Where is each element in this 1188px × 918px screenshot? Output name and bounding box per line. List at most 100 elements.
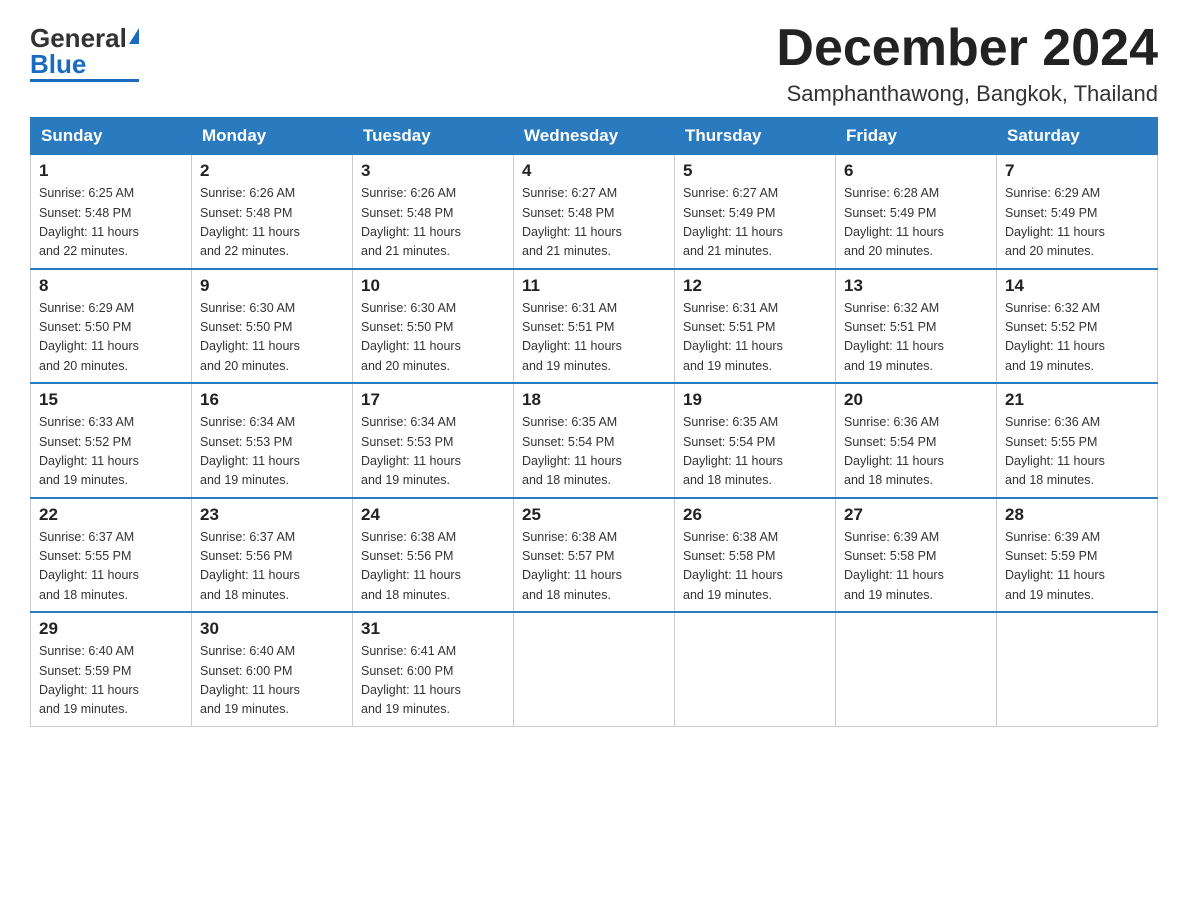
day-number: 5 xyxy=(683,161,827,181)
calendar-week-row: 22Sunrise: 6:37 AMSunset: 5:55 PMDayligh… xyxy=(31,498,1158,613)
day-info: Sunrise: 6:29 AMSunset: 5:50 PMDaylight:… xyxy=(39,299,183,377)
day-number: 26 xyxy=(683,505,827,525)
day-info: Sunrise: 6:35 AMSunset: 5:54 PMDaylight:… xyxy=(683,413,827,491)
calendar-cell: 10Sunrise: 6:30 AMSunset: 5:50 PMDayligh… xyxy=(353,269,514,384)
day-info: Sunrise: 6:31 AMSunset: 5:51 PMDaylight:… xyxy=(522,299,666,377)
calendar-cell: 30Sunrise: 6:40 AMSunset: 6:00 PMDayligh… xyxy=(192,612,353,726)
calendar-cell: 31 Sunrise: 6:41 AMSunset: 6:00 PMDayligh… xyxy=(353,612,514,726)
day-info: Sunrise: 6:34 AMSunset: 5:53 PMDaylight:… xyxy=(361,413,505,491)
calendar-cell: 28 Sunrise: 6:39 AMSunset: 5:59 PMDayligh… xyxy=(997,498,1158,613)
col-header-saturday: Saturday xyxy=(997,118,1158,155)
day-number: 6 xyxy=(844,161,988,181)
day-info: Sunrise: 6:36 AMSunset: 5:54 PMDaylight:… xyxy=(844,413,988,491)
day-info: Sunrise: 6:37 AMSunset: 5:56 PMDaylight:… xyxy=(200,528,344,606)
calendar-cell: 2 Sunrise: 6:26 AMSunset: 5:48 PMDaylight… xyxy=(192,155,353,269)
day-info: Sunrise: 6:34 AMSunset: 5:53 PMDaylight:… xyxy=(200,413,344,491)
calendar-week-row: 29Sunrise: 6:40 AMSunset: 5:59 PMDayligh… xyxy=(31,612,1158,726)
calendar-cell xyxy=(675,612,836,726)
day-number: 11 xyxy=(522,276,666,296)
logo-triangle-icon xyxy=(129,28,139,44)
calendar-cell: 1 Sunrise: 6:25 AMSunset: 5:48 PMDaylight… xyxy=(31,155,192,269)
day-info: Sunrise: 6:32 AMSunset: 5:51 PMDaylight:… xyxy=(844,299,988,377)
calendar-cell: 29Sunrise: 6:40 AMSunset: 5:59 PMDayligh… xyxy=(31,612,192,726)
day-info: Sunrise: 6:35 AMSunset: 5:54 PMDaylight:… xyxy=(522,413,666,491)
day-number: 7 xyxy=(1005,161,1149,181)
day-info: Sunrise: 6:25 AMSunset: 5:48 PMDaylight:… xyxy=(39,184,183,262)
calendar-cell: 24 Sunrise: 6:38 AMSunset: 5:56 PMDayligh… xyxy=(353,498,514,613)
logo-underline xyxy=(30,79,139,82)
day-number: 9 xyxy=(200,276,344,296)
day-info: Sunrise: 6:33 AMSunset: 5:52 PMDaylight:… xyxy=(39,413,183,491)
day-number: 1 xyxy=(39,161,183,181)
title-block: December 2024 Samphanthawong, Bangkok, T… xyxy=(776,20,1158,107)
calendar-cell: 25 Sunrise: 6:38 AMSunset: 5:57 PMDayligh… xyxy=(514,498,675,613)
col-header-thursday: Thursday xyxy=(675,118,836,155)
calendar-cell: 17 Sunrise: 6:34 AMSunset: 5:53 PMDayligh… xyxy=(353,383,514,498)
calendar-cell: 12Sunrise: 6:31 AMSunset: 5:51 PMDayligh… xyxy=(675,269,836,384)
logo: General Blue xyxy=(30,25,139,82)
day-number: 19 xyxy=(683,390,827,410)
day-number: 12 xyxy=(683,276,827,296)
calendar-cell: 4 Sunrise: 6:27 AMSunset: 5:48 PMDaylight… xyxy=(514,155,675,269)
day-info: Sunrise: 6:28 AMSunset: 5:49 PMDaylight:… xyxy=(844,184,988,262)
day-number: 17 xyxy=(361,390,505,410)
day-info: Sunrise: 6:39 AMSunset: 5:58 PMDaylight:… xyxy=(844,528,988,606)
day-number: 4 xyxy=(522,161,666,181)
day-number: 13 xyxy=(844,276,988,296)
day-info: Sunrise: 6:26 AMSunset: 5:48 PMDaylight:… xyxy=(200,184,344,262)
day-number: 14 xyxy=(1005,276,1149,296)
calendar-cell: 22Sunrise: 6:37 AMSunset: 5:55 PMDayligh… xyxy=(31,498,192,613)
calendar-cell: 20 Sunrise: 6:36 AMSunset: 5:54 PMDayligh… xyxy=(836,383,997,498)
calendar-cell: 26 Sunrise: 6:38 AMSunset: 5:58 PMDayligh… xyxy=(675,498,836,613)
day-info: Sunrise: 6:27 AMSunset: 5:48 PMDaylight:… xyxy=(522,184,666,262)
day-number: 8 xyxy=(39,276,183,296)
calendar-cell: 15 Sunrise: 6:33 AMSunset: 5:52 PMDayligh… xyxy=(31,383,192,498)
col-header-sunday: Sunday xyxy=(31,118,192,155)
calendar-cell: 11 Sunrise: 6:31 AMSunset: 5:51 PMDayligh… xyxy=(514,269,675,384)
day-number: 28 xyxy=(1005,505,1149,525)
location-subtitle: Samphanthawong, Bangkok, Thailand xyxy=(776,81,1158,107)
day-number: 24 xyxy=(361,505,505,525)
day-number: 15 xyxy=(39,390,183,410)
calendar-cell: 3Sunrise: 6:26 AMSunset: 5:48 PMDaylight… xyxy=(353,155,514,269)
calendar-cell: 27Sunrise: 6:39 AMSunset: 5:58 PMDayligh… xyxy=(836,498,997,613)
day-number: 25 xyxy=(522,505,666,525)
calendar-week-row: 15 Sunrise: 6:33 AMSunset: 5:52 PMDayligh… xyxy=(31,383,1158,498)
day-info: Sunrise: 6:38 AMSunset: 5:57 PMDaylight:… xyxy=(522,528,666,606)
calendar-cell: 18 Sunrise: 6:35 AMSunset: 5:54 PMDayligh… xyxy=(514,383,675,498)
day-info: Sunrise: 6:39 AMSunset: 5:59 PMDaylight:… xyxy=(1005,528,1149,606)
day-info: Sunrise: 6:29 AMSunset: 5:49 PMDaylight:… xyxy=(1005,184,1149,262)
calendar-cell xyxy=(836,612,997,726)
calendar-header-row: SundayMondayTuesdayWednesdayThursdayFrid… xyxy=(31,118,1158,155)
day-number: 3 xyxy=(361,161,505,181)
calendar-cell: 14 Sunrise: 6:32 AMSunset: 5:52 PMDayligh… xyxy=(997,269,1158,384)
logo-general-text: General xyxy=(30,25,127,51)
day-info: Sunrise: 6:40 AMSunset: 6:00 PMDaylight:… xyxy=(200,642,344,720)
day-info: Sunrise: 6:41 AMSunset: 6:00 PMDaylight:… xyxy=(361,642,505,720)
calendar-cell: 8 Sunrise: 6:29 AMSunset: 5:50 PMDaylight… xyxy=(31,269,192,384)
day-number: 20 xyxy=(844,390,988,410)
day-info: Sunrise: 6:40 AMSunset: 5:59 PMDaylight:… xyxy=(39,642,183,720)
day-info: Sunrise: 6:38 AMSunset: 5:56 PMDaylight:… xyxy=(361,528,505,606)
day-number: 2 xyxy=(200,161,344,181)
day-info: Sunrise: 6:38 AMSunset: 5:58 PMDaylight:… xyxy=(683,528,827,606)
calendar-week-row: 8 Sunrise: 6:29 AMSunset: 5:50 PMDaylight… xyxy=(31,269,1158,384)
calendar-table: SundayMondayTuesdayWednesdayThursdayFrid… xyxy=(30,117,1158,727)
day-number: 22 xyxy=(39,505,183,525)
calendar-cell: 19 Sunrise: 6:35 AMSunset: 5:54 PMDayligh… xyxy=(675,383,836,498)
day-number: 23 xyxy=(200,505,344,525)
calendar-cell xyxy=(997,612,1158,726)
day-number: 16 xyxy=(200,390,344,410)
day-info: Sunrise: 6:27 AMSunset: 5:49 PMDaylight:… xyxy=(683,184,827,262)
calendar-cell: 16 Sunrise: 6:34 AMSunset: 5:53 PMDayligh… xyxy=(192,383,353,498)
day-info: Sunrise: 6:30 AMSunset: 5:50 PMDaylight:… xyxy=(200,299,344,377)
calendar-cell: 5 Sunrise: 6:27 AMSunset: 5:49 PMDaylight… xyxy=(675,155,836,269)
month-title: December 2024 xyxy=(776,20,1158,77)
col-header-tuesday: Tuesday xyxy=(353,118,514,155)
calendar-cell: 21Sunrise: 6:36 AMSunset: 5:55 PMDayligh… xyxy=(997,383,1158,498)
day-info: Sunrise: 6:32 AMSunset: 5:52 PMDaylight:… xyxy=(1005,299,1149,377)
calendar-cell xyxy=(514,612,675,726)
day-number: 31 xyxy=(361,619,505,639)
calendar-week-row: 1 Sunrise: 6:25 AMSunset: 5:48 PMDaylight… xyxy=(31,155,1158,269)
day-number: 18 xyxy=(522,390,666,410)
